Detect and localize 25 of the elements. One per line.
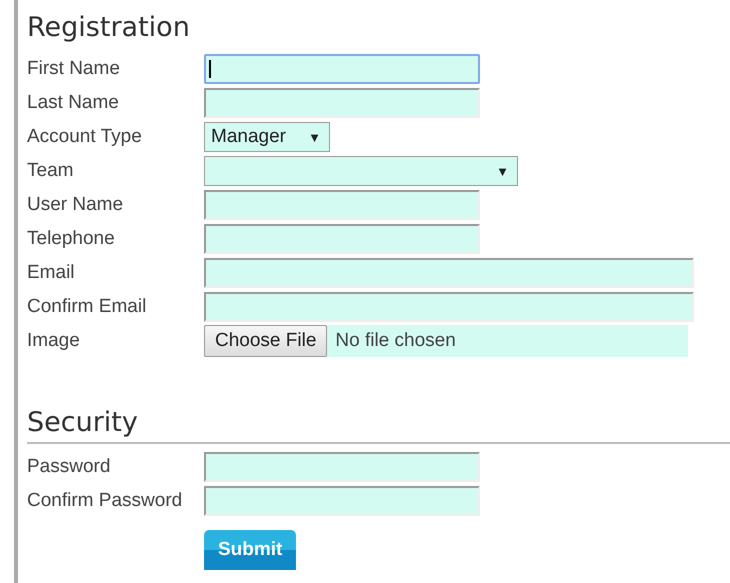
field-label: Team [27, 160, 74, 182]
field-label: First Name [27, 58, 121, 80]
field-label: User Name [27, 194, 124, 216]
dropdown[interactable]: ▼ [204, 156, 518, 186]
file-status: No file chosen [335, 330, 456, 352]
input-field[interactable] [204, 88, 480, 118]
field-label: Image [27, 330, 81, 352]
choose-file-button[interactable]: Choose File [204, 325, 328, 357]
dropdown[interactable]: Manager ▼ [204, 122, 330, 152]
field-label: Telephone [27, 228, 116, 250]
input-field[interactable] [204, 190, 480, 220]
input-field[interactable] [204, 224, 480, 254]
field-label: Last Name [27, 92, 120, 114]
input-field[interactable] [204, 292, 694, 322]
section-heading: Security [27, 408, 730, 444]
field-label: Account Type [27, 126, 143, 148]
input-field[interactable] [204, 258, 694, 288]
section-heading: Registration [27, 11, 191, 45]
field-label: Confirm Password [27, 490, 184, 512]
field-label: Confirm Email [27, 296, 148, 318]
input-field[interactable] [204, 452, 480, 482]
input-field[interactable] [204, 486, 480, 516]
field-label: Email [27, 262, 76, 284]
input-field[interactable] [204, 54, 480, 84]
field-label: Password [27, 456, 112, 478]
